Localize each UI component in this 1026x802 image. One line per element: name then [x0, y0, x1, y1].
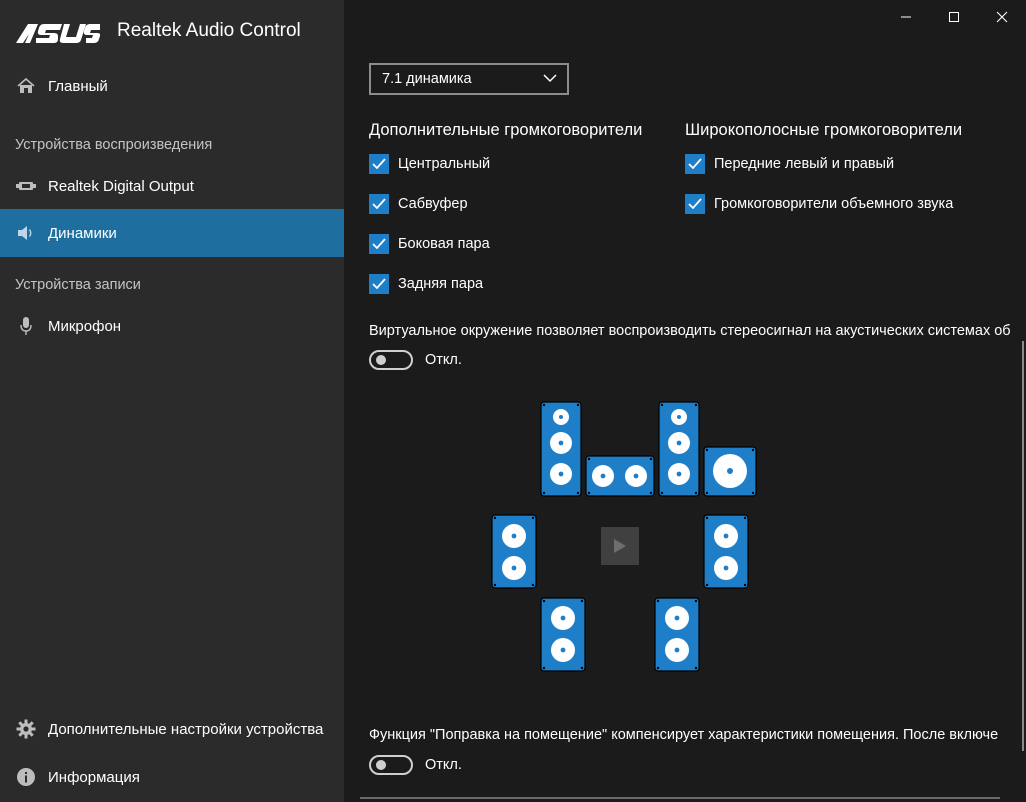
main-panel: 7.1 динамика Дополнительные громкоговори…: [344, 34, 1026, 802]
speaker-front-left[interactable]: [540, 401, 582, 497]
window-controls: [882, 0, 1026, 34]
speaker-rear-left[interactable]: [540, 597, 586, 672]
gear-icon: [15, 718, 37, 740]
asus-logo: [16, 24, 100, 43]
sidebar-item-digital-output[interactable]: Realtek Digital Output: [0, 162, 344, 210]
speaker-icon: [15, 222, 37, 244]
close-button[interactable]: [978, 0, 1026, 34]
speaker-side-right[interactable]: [703, 514, 749, 589]
horizontal-scrollbar[interactable]: [360, 797, 1000, 799]
sidebar-item-info[interactable]: Информация: [0, 753, 344, 801]
section-label-record: Устройства записи: [15, 277, 141, 293]
app-window: Realtek Audio Control Главный Устройства…: [0, 0, 1026, 802]
sidebar-item-label: Микрофон: [48, 317, 122, 335]
speaker-rear-right[interactable]: [654, 597, 700, 672]
sidebar-item-microphone[interactable]: Микрофон: [0, 302, 344, 350]
info-icon: [15, 766, 37, 788]
minimize-icon: [901, 16, 911, 18]
sidebar-item-label: Главный: [48, 77, 108, 95]
sidebar-item-speakers[interactable]: Динамики: [0, 209, 344, 257]
speaker-front-right[interactable]: [658, 401, 700, 497]
sidebar-item-label: Дополнительные настройки устройства: [48, 720, 324, 738]
sidebar-item-label: Realtek Digital Output: [48, 177, 194, 195]
speaker-layout-diagram: [491, 401, 757, 672]
close-icon: [996, 11, 1008, 23]
microphone-icon: [15, 315, 37, 337]
section-label-playback: Устройства воспроизведения: [15, 137, 213, 153]
room-correction-toggle-row: Откл.: [369, 755, 462, 775]
speaker-center[interactable]: [585, 455, 655, 497]
room-correction-toggle[interactable]: [369, 755, 413, 775]
speaker-subwoofer[interactable]: [703, 446, 757, 497]
room-correction-description: Функция "Поправка на помещение" компенси…: [369, 727, 999, 743]
sidebar-item-label: Информация: [48, 768, 140, 786]
sidebar-item-advanced-settings[interactable]: Дополнительные настройки устройства: [0, 705, 344, 753]
digital-output-icon: [15, 175, 37, 197]
toggle-knob: [376, 760, 386, 770]
sidebar: Главный Устройства воспроизведения Realt…: [0, 62, 344, 802]
speaker-side-left[interactable]: [491, 514, 537, 589]
sidebar-item-home[interactable]: Главный: [0, 62, 344, 110]
app-title: Realtek Audio Control: [117, 20, 301, 41]
maximize-icon: [949, 12, 959, 22]
home-icon: [15, 75, 37, 97]
sidebar-item-label: Динамики: [48, 224, 117, 242]
test-play-button[interactable]: [601, 527, 639, 565]
room-correction-state: Откл.: [425, 757, 462, 773]
minimize-button[interactable]: [882, 0, 930, 34]
maximize-button[interactable]: [930, 0, 978, 34]
vertical-scrollbar[interactable]: [1022, 341, 1024, 751]
play-icon: [614, 539, 626, 553]
